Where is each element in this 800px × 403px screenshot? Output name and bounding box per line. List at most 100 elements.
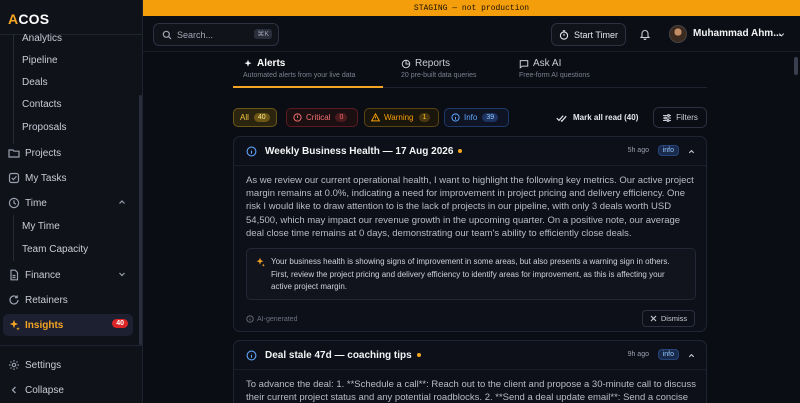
alert-time: 5h ago bbox=[627, 147, 649, 154]
filter-chip-info[interactable]: Info 39 bbox=[444, 108, 509, 127]
sparkle-icon bbox=[244, 59, 252, 67]
user-name[interactable]: Muhammad Ahm... bbox=[693, 28, 782, 39]
sidebar-item-label: Collapse bbox=[25, 384, 64, 396]
staging-banner: STAGING — not production bbox=[143, 0, 800, 16]
alert-title: Deal stale 47d — coaching tips bbox=[265, 350, 421, 361]
alert-card-header[interactable]: Deal stale 47d — coaching tips 9h ago in… bbox=[234, 341, 706, 370]
sliders-icon bbox=[663, 113, 672, 122]
ai-summary-text: Your business health is showing signs of… bbox=[271, 257, 670, 292]
chevron-up-icon[interactable] bbox=[687, 147, 696, 156]
mark-all-read-label: Mark all read (40) bbox=[573, 113, 639, 122]
chevron-down-icon bbox=[119, 272, 125, 277]
alert-card-header[interactable]: Weekly Business Health — 17 Aug 2026 5h … bbox=[234, 137, 706, 166]
filters-label: Filters bbox=[676, 113, 698, 122]
chip-count: 1 bbox=[418, 113, 431, 122]
chip-count: 40 bbox=[253, 113, 270, 122]
chevron-down-icon[interactable] bbox=[777, 30, 786, 39]
chip-label: All bbox=[240, 113, 249, 122]
sidebar-item-team-capacity[interactable]: Team Capacity bbox=[0, 238, 135, 260]
bell-icon[interactable] bbox=[639, 28, 651, 40]
app-logo[interactable]: ACOS bbox=[8, 11, 49, 27]
search-icon bbox=[162, 30, 172, 39]
sidebar-item-time[interactable]: Time bbox=[0, 192, 135, 214]
tab-alerts[interactable]: Alerts Automated alerts from your live d… bbox=[243, 58, 355, 79]
tab-label: Alerts bbox=[257, 58, 286, 69]
sidebar-item-deals[interactable]: Deals bbox=[0, 71, 135, 93]
tab-label: Reports bbox=[415, 58, 451, 69]
sidebar-item-label: Time bbox=[25, 197, 47, 209]
sidebar-item-projects[interactable]: Projects bbox=[0, 142, 135, 164]
unread-dot bbox=[416, 353, 421, 358]
clock-icon bbox=[8, 197, 20, 209]
sidebar-item-label: Deals bbox=[22, 76, 48, 88]
main-scrollbar[interactable] bbox=[794, 57, 798, 75]
ai-summary-box: Your business health is showing signs of… bbox=[246, 248, 696, 300]
sidebar-scrollbar[interactable] bbox=[139, 95, 142, 345]
unread-dot bbox=[458, 149, 463, 154]
sidebar-item-label: Contacts bbox=[22, 98, 62, 110]
info-icon bbox=[246, 315, 254, 323]
sidebar-divider bbox=[0, 345, 143, 346]
sidebar-item-label: Retainers bbox=[25, 294, 68, 306]
search-shortcut: ⌘K bbox=[254, 29, 272, 39]
tab-subtitle: Automated alerts from your live data bbox=[243, 72, 356, 79]
checkbox-icon bbox=[8, 172, 20, 184]
tab-subtitle: Free-form AI questions bbox=[519, 72, 590, 79]
sidebar-item-my-tasks[interactable]: My Tasks bbox=[0, 167, 135, 189]
alert-title: Weekly Business Health — 17 Aug 2026 bbox=[265, 146, 463, 157]
start-timer-button[interactable]: Start Timer bbox=[551, 23, 626, 46]
sparkle-icon bbox=[256, 257, 265, 267]
chip-label: Warning bbox=[384, 113, 414, 122]
sidebar-item-settings[interactable]: Settings bbox=[0, 354, 135, 376]
sidebar-item-insights[interactable]: Insights 40 bbox=[3, 314, 133, 336]
filters-button[interactable]: Filters bbox=[653, 107, 707, 128]
sidebar-item-analytics[interactable]: Analytics bbox=[0, 27, 135, 49]
sidebar-item-label: Finance bbox=[25, 269, 61, 281]
sidebar-item-finance[interactable]: Finance bbox=[0, 264, 135, 286]
alert-title-text: Deal stale 47d — coaching tips bbox=[265, 350, 412, 361]
gear-icon bbox=[8, 359, 20, 371]
sidebar-item-pipeline[interactable]: Pipeline bbox=[0, 49, 135, 71]
search-placeholder: Search... bbox=[177, 29, 214, 40]
filter-chip-critical[interactable]: Critical 0 bbox=[286, 108, 358, 127]
sidebar-item-retainers[interactable]: Retainers bbox=[0, 289, 135, 311]
avatar[interactable] bbox=[669, 25, 687, 43]
top-bar: Search... ⌘K Start Timer Muhammad Ahm... bbox=[143, 16, 800, 52]
alert-card: Deal stale 47d — coaching tips 9h ago in… bbox=[233, 340, 707, 403]
chart-icon bbox=[401, 59, 411, 68]
info-icon bbox=[246, 350, 257, 361]
sidebar-item-label: Settings bbox=[25, 359, 62, 371]
info-icon bbox=[451, 113, 460, 122]
tab-ask-ai[interactable]: Ask AI Free-form AI questions bbox=[519, 58, 590, 79]
dismiss-button[interactable]: Dismiss bbox=[642, 310, 695, 327]
alert-time: 9h ago bbox=[627, 351, 649, 358]
chat-icon bbox=[519, 59, 529, 69]
sparkle-icon bbox=[8, 319, 20, 331]
close-icon bbox=[650, 315, 657, 322]
filter-chip-all[interactable]: All 40 bbox=[233, 108, 277, 127]
sidebar-item-label: Analytics bbox=[22, 32, 63, 44]
sidebar-item-collapse[interactable]: Collapse bbox=[0, 379, 135, 401]
sidebar-item-proposals[interactable]: Proposals bbox=[0, 116, 135, 138]
sidebar-item-label: Projects bbox=[25, 147, 62, 159]
sidebar-item-label: My Time bbox=[22, 220, 60, 232]
chevron-up-icon[interactable] bbox=[687, 351, 696, 360]
search-input[interactable]: Search... ⌘K bbox=[153, 23, 279, 46]
sidebar-item-my-time[interactable]: My Time bbox=[0, 215, 135, 237]
chip-count: 39 bbox=[482, 113, 499, 122]
start-timer-label: Start Timer bbox=[573, 29, 618, 40]
filter-chip-warning[interactable]: Warning 1 bbox=[364, 108, 439, 127]
tab-label: Ask AI bbox=[533, 58, 562, 69]
alert-card: Weekly Business Health — 17 Aug 2026 5h … bbox=[233, 136, 707, 332]
info-icon bbox=[246, 146, 257, 157]
chip-label: Info bbox=[464, 113, 478, 122]
sidebar-item-contacts[interactable]: Contacts bbox=[0, 93, 135, 115]
folder-icon bbox=[8, 147, 20, 159]
alert-body: To advance the deal: 1. **Schedule a cal… bbox=[246, 379, 696, 403]
sidebar-item-label: My Tasks bbox=[25, 172, 67, 184]
main-content: Alerts Automated alerts from your live d… bbox=[143, 52, 800, 403]
tab-reports[interactable]: Reports 20 pre-built data queries bbox=[401, 58, 477, 79]
chevron-up-icon bbox=[119, 200, 125, 204]
mark-all-read-button[interactable]: Mark all read (40) bbox=[556, 108, 638, 127]
tab-subtitle: 20 pre-built data queries bbox=[401, 72, 477, 79]
